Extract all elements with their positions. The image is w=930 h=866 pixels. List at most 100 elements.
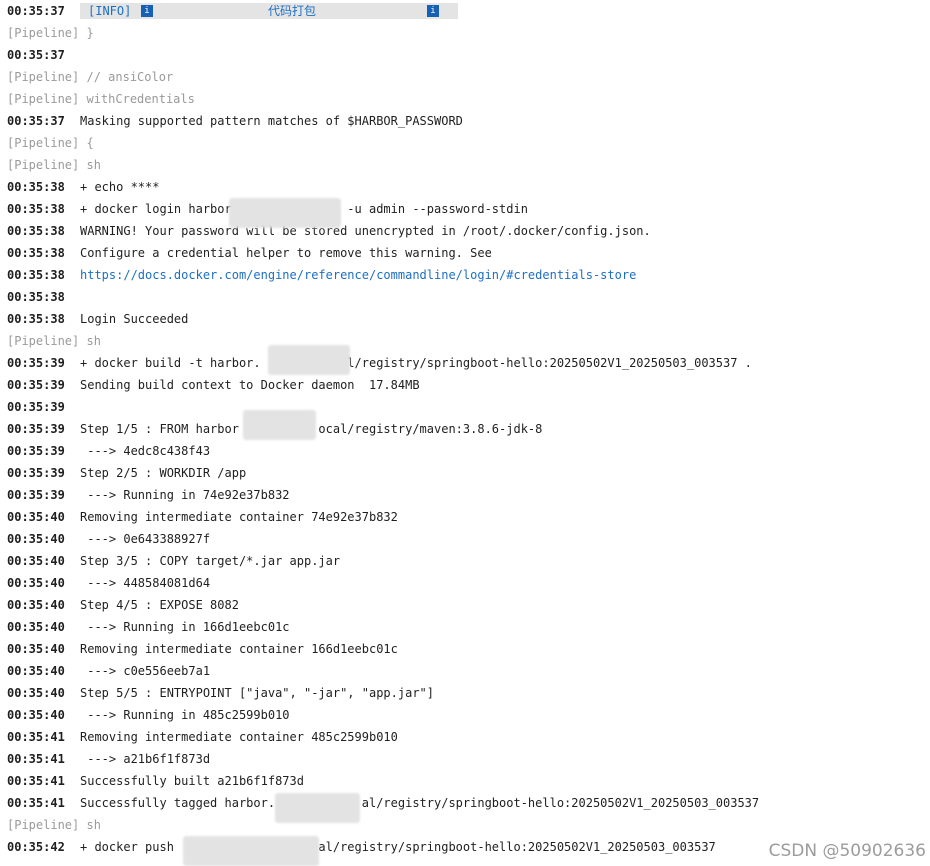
log-line: 00:35:39 ---> Running in 74e92e37b832 — [0, 484, 930, 506]
log-line: 00:35:38 + echo **** — [0, 176, 930, 198]
log-message: ---> Running in 166d1eebc01c — [80, 620, 290, 634]
log-line: 00:35:39 Step 1/5 : FROM harbor ocal/regi… — [0, 418, 930, 440]
timestamp: 00:35:40 — [7, 686, 65, 700]
log-line: 00:35:38 Configure a credential helper to… — [0, 242, 930, 264]
log-message: + docker build -t harbor. l/registry/spr… — [80, 356, 752, 370]
timestamp: 00:35:39 — [7, 466, 65, 480]
log-line: 00:35:39 Step 2/5 : WORKDIR /app — [0, 462, 930, 484]
timestamp: 00:35:38 — [7, 290, 65, 304]
info-tag: [INFO] — [88, 4, 132, 18]
timestamp: 00:35:40 — [7, 642, 65, 656]
log-message: ---> 0e643388927f — [80, 532, 211, 546]
log-message: WARNING! Your password will be stored un… — [80, 224, 651, 238]
timestamp: 00:35:40 — [7, 576, 65, 590]
log-line: 00:35:40 ---> c0e556eeb7a1 — [0, 660, 930, 682]
log-line: 00:35:37 Masking supported pattern matche… — [0, 110, 930, 132]
log-line: 00:35:37 — [0, 44, 930, 66]
timestamp: 00:35:38 — [7, 224, 65, 238]
log-line: 00:35:41 ---> a21b6f1f873d — [0, 748, 930, 770]
log-line: 00:35:40 Step 3/5 : COPY target/*.jar app… — [0, 550, 930, 572]
timestamp: 00:35:39 — [7, 400, 65, 414]
log-line: 00:35:38 Login Succeeded — [0, 308, 930, 330]
pipeline-step: [Pipeline] sh — [7, 818, 101, 832]
timestamp: 00:35:38 — [7, 312, 65, 326]
info-icon: i — [427, 5, 439, 17]
log-message: ---> 448584081d64 — [80, 576, 211, 590]
timestamp: 00:35:37 — [7, 114, 65, 128]
pipeline-step: [Pipeline] sh — [7, 158, 101, 172]
log-line: 00:35:39 ---> 4edc8c438f43 — [0, 440, 930, 462]
log-line: 00:35:38 + docker login harbor -u admin -… — [0, 198, 930, 220]
log-line: 00:35:40 ---> 448584081d64 — [0, 572, 930, 594]
log-message: Step 4/5 : EXPOSE 8082 — [80, 598, 239, 612]
timestamp: 00:35:40 — [7, 510, 65, 524]
timestamp: 00:35:38 — [7, 202, 65, 216]
log-message: Sending build context to Docker daemon 1… — [80, 378, 420, 392]
pipeline-step: [Pipeline] // ansiColor — [7, 70, 174, 84]
pipeline-step: [Pipeline] sh — [7, 334, 101, 348]
log-line: 00:35:40 Step 4/5 : EXPOSE 8082 — [0, 594, 930, 616]
log-line: [Pipeline] { — [0, 132, 930, 154]
pipeline-step: [Pipeline] { — [7, 136, 94, 150]
pipeline-step: [Pipeline] } — [7, 26, 94, 40]
log-message: ---> Running in 485c2599b010 — [80, 708, 290, 722]
log-message: Successfully tagged harbor. al/registry/… — [80, 796, 760, 810]
timestamp: 00:35:41 — [7, 774, 65, 788]
info-title: 代码打包 — [268, 4, 317, 18]
log-line: 00:35:41 Successfully built a21b6f1f873d — [0, 770, 930, 792]
timestamp: 00:35:41 — [7, 752, 65, 766]
redaction-blur — [268, 345, 350, 375]
timestamp: 00:35:38 — [7, 268, 65, 282]
timestamp: 00:35:39 — [7, 378, 65, 392]
log-message: Successfully built a21b6f1f873d — [80, 774, 304, 788]
info-icon: i — [141, 5, 153, 17]
timestamp: 00:35:37 — [7, 4, 65, 18]
log-line: 00:35:40 ---> Running in 485c2599b010 — [0, 704, 930, 726]
log-message: Configure a credential helper to remove … — [80, 246, 492, 260]
redaction-blur — [275, 793, 360, 823]
log-line: 00:35:40 Step 5/5 : ENTRYPOINT ["java", "… — [0, 682, 930, 704]
watermark: CSDN @50902636 — [768, 841, 926, 861]
log-message: Removing intermediate container 74e92e37… — [80, 510, 398, 524]
timestamp: 00:35:37 — [7, 48, 65, 62]
log-message: ---> Running in 74e92e37b832 — [80, 488, 290, 502]
log-message: ---> 4edc8c438f43 — [80, 444, 211, 458]
timestamp: 00:35:39 — [7, 356, 65, 370]
log-line: [Pipeline] // ansiColor — [0, 66, 930, 88]
log-line: 00:35:40 ---> Running in 166d1eebc01c — [0, 616, 930, 638]
docs-link[interactable]: https://docs.docker.com/engine/reference… — [80, 264, 636, 286]
log-line: [Pipeline] sh — [0, 330, 930, 352]
timestamp: 00:35:40 — [7, 620, 65, 634]
log-line: 00:35:39 — [0, 396, 930, 418]
log-line: [Pipeline] sh — [0, 814, 930, 836]
redaction-blur — [229, 198, 341, 228]
timestamp: 00:35:40 — [7, 554, 65, 568]
log-message: Step 2/5 : WORKDIR /app — [80, 466, 247, 480]
log-line: 00:35:37 [INFO] i 代码打包 i — [0, 0, 930, 22]
console-output: 00:35:37 [INFO] i 代码打包 i [Pipeline] } 00:35:37… — [0, 0, 930, 858]
info-banner: [INFO] i 代码打包 i — [80, 3, 458, 19]
log-line: [Pipeline] withCredentials — [0, 88, 930, 110]
log-line: 00:35:41 Successfully tagged harbor. al/r… — [0, 792, 930, 814]
log-message: Removing intermediate container 166d1eeb… — [80, 642, 398, 656]
log-message: ---> c0e556eeb7a1 — [80, 664, 211, 678]
timestamp: 00:35:41 — [7, 730, 65, 744]
log-line: 00:35:40 ---> 0e643388927f — [0, 528, 930, 550]
timestamp: 00:35:39 — [7, 488, 65, 502]
log-message: + echo **** — [80, 180, 160, 194]
timestamp: 00:35:38 — [7, 246, 65, 260]
timestamp: 00:35:40 — [7, 708, 65, 722]
log-line: [Pipeline] } — [0, 22, 930, 44]
timestamp: 00:35:38 — [7, 180, 65, 194]
log-message: ---> a21b6f1f873d — [80, 752, 211, 766]
log-line: 00:35:41 Removing intermediate container … — [0, 726, 930, 748]
timestamp: 00:35:40 — [7, 598, 65, 612]
timestamp: 00:35:39 — [7, 444, 65, 458]
log-line: [Pipeline] sh — [0, 154, 930, 176]
timestamp: 00:35:42 — [7, 840, 65, 854]
log-line: 00:35:40 Removing intermediate container … — [0, 638, 930, 660]
log-line: 00:35:38 — [0, 286, 930, 308]
log-message: Masking supported pattern matches of $HA… — [80, 114, 463, 128]
timestamp: 00:35:41 — [7, 796, 65, 810]
redaction-blur — [243, 410, 316, 440]
